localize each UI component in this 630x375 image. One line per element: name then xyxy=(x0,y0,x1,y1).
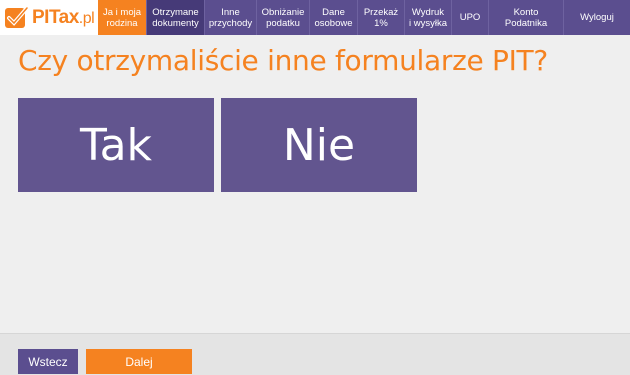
checkmark-logo-icon xyxy=(5,5,29,28)
nav-item-ja-i-moja-rodzina[interactable]: Ja i moja rodzina xyxy=(98,0,146,35)
main-nav: Ja i moja rodzina Otrzymane dokumenty In… xyxy=(98,0,630,35)
nav-item-wydruk-i-wysylka[interactable]: Wydruk i wysyłka xyxy=(404,0,451,35)
brand-logo[interactable]: PITax.pl xyxy=(0,0,98,35)
nav-item-inne-przychody[interactable]: Inne przychody xyxy=(204,0,256,35)
question-heading: Czy otrzymaliście inne formularze PIT? xyxy=(18,44,548,77)
answer-no-button[interactable]: Nie xyxy=(221,98,417,192)
back-button[interactable]: Wstecz xyxy=(18,349,78,374)
nav-item-wyloguj[interactable]: Wyloguj xyxy=(563,0,630,35)
nav-item-otrzymane-dokumenty[interactable]: Otrzymane dokumenty xyxy=(146,0,204,35)
nav-item-obnizanie-podatku[interactable]: Obniżanie podatku xyxy=(256,0,309,35)
footer-bar: Wstecz Dalej xyxy=(0,333,630,375)
next-button[interactable]: Dalej xyxy=(86,349,192,374)
brand-name: PITax.pl xyxy=(32,6,95,28)
nav-item-konto-podatnika[interactable]: Konto Podatnika xyxy=(488,0,563,35)
nav-item-dane-osobowe[interactable]: Dane osobowe xyxy=(309,0,357,35)
nav-item-przekaz-1[interactable]: Przekaż 1% xyxy=(357,0,404,35)
top-navigation-bar: PITax.pl Ja i moja rodzina Otrzymane dok… xyxy=(0,0,630,35)
nav-item-upo[interactable]: UPO xyxy=(451,0,488,35)
answer-yes-button[interactable]: Tak xyxy=(18,98,214,192)
